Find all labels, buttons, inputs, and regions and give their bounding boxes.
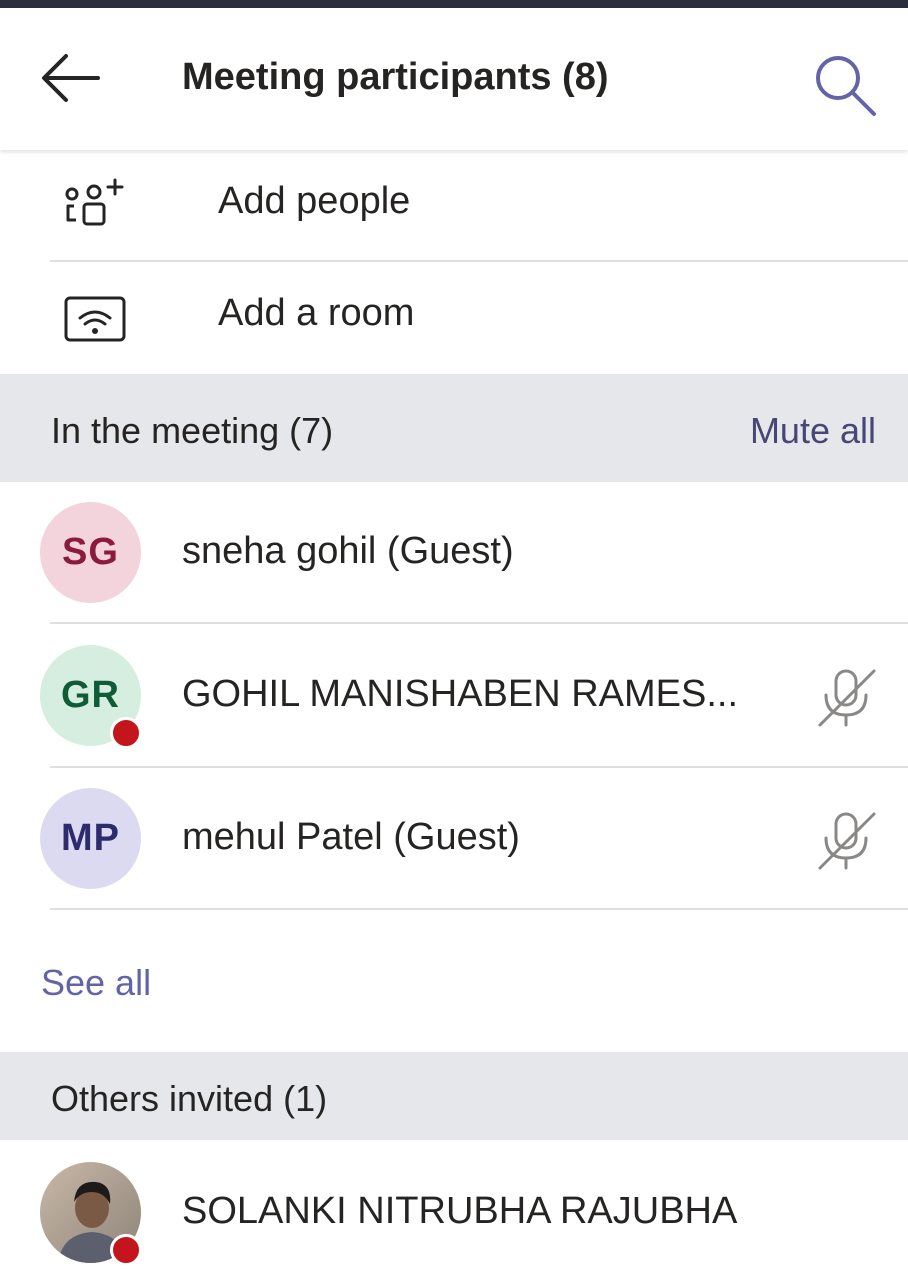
divider	[50, 908, 908, 910]
see-all-link[interactable]: See all	[41, 962, 151, 1004]
participant-row[interactable]: SOLANKI NITRUBHA RAJUBHA	[0, 1142, 908, 1284]
add-room-row[interactable]: Add a room	[0, 262, 908, 374]
in-meeting-title: In the meeting (7)	[51, 410, 334, 451]
busy-status-dot	[110, 1234, 142, 1266]
avatar: MP	[40, 788, 141, 889]
participant-row[interactable]: MP mehul Patel (Guest)	[0, 768, 908, 910]
others-invited-title: Others invited (1)	[51, 1078, 328, 1119]
search-button[interactable]	[812, 52, 878, 118]
busy-status-dot	[110, 717, 142, 749]
avatar: SG	[40, 502, 141, 603]
in-meeting-header: In the meeting (7) Mute all	[0, 374, 908, 482]
add-people-icon	[65, 178, 124, 226]
mic-muted-icon	[818, 812, 876, 870]
participant-name: mehul Patel (Guest)	[182, 816, 520, 858]
participant-row[interactable]: GR GOHIL MANISHABEN RAMES...	[0, 625, 908, 767]
mute-all-button[interactable]: Mute all	[750, 410, 876, 452]
add-people-label: Add people	[218, 180, 411, 222]
back-button[interactable]	[36, 48, 104, 108]
participant-name: GOHIL MANISHABEN RAMES...	[182, 673, 739, 715]
participant-name: sneha gohil (Guest)	[182, 530, 514, 572]
participant-row[interactable]: SG sneha gohil (Guest)	[0, 482, 908, 624]
mic-muted-icon	[818, 669, 876, 727]
participant-name: SOLANKI NITRUBHA RAJUBHA	[182, 1190, 738, 1232]
page-title: Meeting participants (8)	[182, 56, 609, 98]
status-bar-strip	[0, 0, 908, 8]
app-header: Meeting participants (8)	[0, 8, 908, 150]
add-people-row[interactable]: Add people	[0, 150, 908, 262]
others-invited-header: Others invited (1)	[0, 1052, 908, 1140]
search-icon	[816, 56, 876, 116]
divider	[50, 622, 908, 624]
arrow-left-icon	[42, 54, 100, 102]
room-wifi-icon	[64, 296, 126, 342]
add-room-label: Add a room	[218, 292, 415, 334]
